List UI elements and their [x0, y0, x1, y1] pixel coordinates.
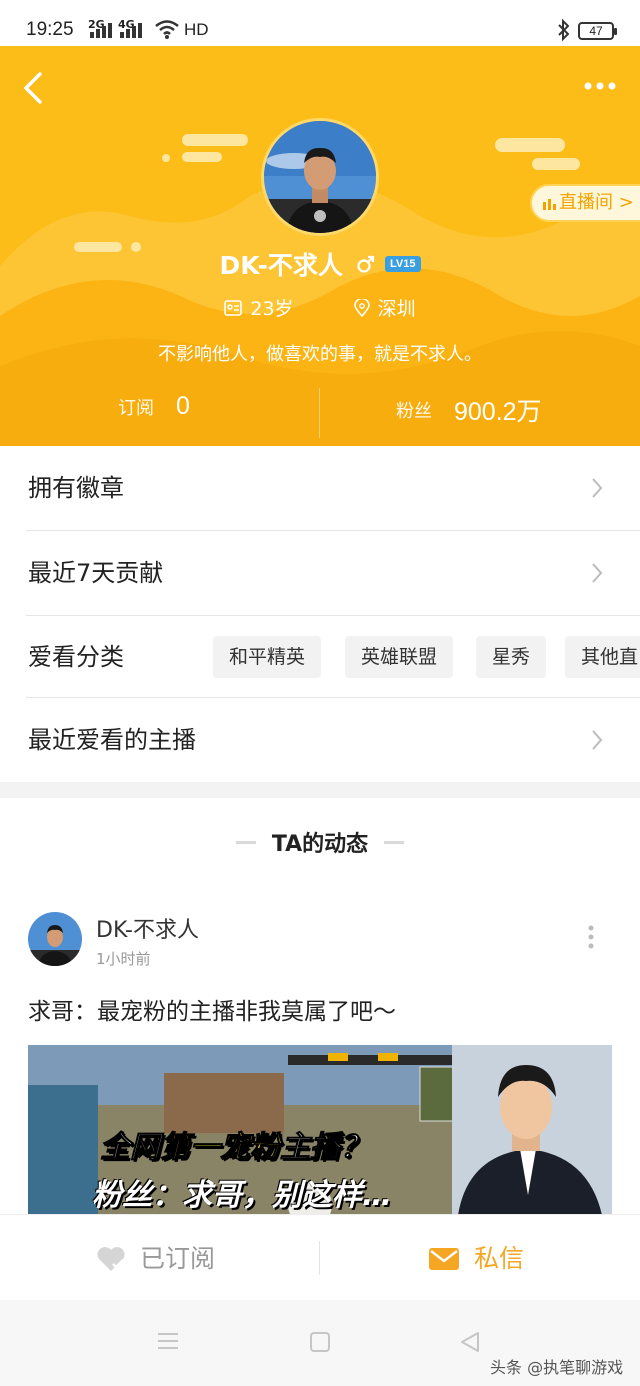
categories-label: 爱看分类: [28, 643, 124, 671]
wifi-icon: [155, 20, 179, 39]
level-badge: LV15: [385, 256, 421, 272]
stats-row: 订阅 0 粉丝 900.2万: [0, 380, 640, 440]
fans-label: 粉丝: [396, 401, 432, 422]
profile-name: DK-不求人: [219, 251, 343, 280]
categories-row: 爱看分类 和平精英 英雄联盟 星秀 其他直: [0, 616, 640, 698]
category-chip[interactable]: 其他直: [565, 636, 640, 678]
chevron-right-icon: [592, 730, 603, 750]
menu-icon[interactable]: [156, 1330, 180, 1352]
bluetooth-icon: [558, 18, 570, 42]
post-text: 求哥：最宠粉的主播非我莫属了吧～: [28, 999, 396, 1025]
category-chip[interactable]: 和平精英: [213, 636, 322, 678]
watermark: 头条 @执笔聊游戏: [490, 1358, 624, 1377]
subscribe-stat[interactable]: 订阅 0: [118, 392, 190, 421]
post-time: 1小时前: [96, 950, 151, 968]
badges-row[interactable]: 拥有徽章: [0, 446, 640, 531]
status-bar: 19:25 2G 4G HD 47: [0, 0, 640, 46]
badges-label: 拥有徽章: [28, 474, 124, 502]
category-chip[interactable]: 星秀: [476, 636, 547, 678]
status-time: 19:25: [26, 19, 74, 40]
feed-section-title: TA的动态: [0, 826, 640, 858]
avatar-image: [264, 121, 376, 233]
post-author-avatar[interactable]: [28, 912, 82, 966]
recent-anchors-row[interactable]: 最近爱看的主播: [0, 698, 640, 783]
recent-anchors-label: 最近爱看的主播: [28, 726, 196, 754]
name-row: DK-不求人 LV15: [0, 246, 640, 282]
bottom-action-bar: 已订阅 私信: [0, 1214, 640, 1300]
section-gap: [0, 782, 640, 798]
fans-stat[interactable]: 粉丝 900.2万: [396, 392, 542, 428]
thumbnail-headline-1: 全网第一宠粉主播？: [100, 1122, 371, 1166]
chevron-right-icon: [592, 563, 603, 583]
back-button[interactable]: [18, 68, 48, 108]
heart-check-icon: [97, 1247, 125, 1271]
post-author-name[interactable]: DK-不求人: [96, 912, 199, 944]
location-pin-icon: [353, 297, 370, 317]
contribution-label: 最近7天贡献: [28, 559, 164, 587]
subscribe-label: 订阅: [118, 397, 154, 419]
private-message-label: 私信: [474, 1244, 525, 1273]
live-room-label: 直播间 >: [559, 192, 634, 213]
signal-icon: [120, 22, 142, 38]
avatar-image: [28, 912, 82, 966]
action-divider: [319, 1241, 320, 1275]
profile-avatar[interactable]: [261, 118, 379, 236]
back-triangle-icon[interactable]: [458, 1330, 482, 1354]
info-row: 23岁 深圳: [0, 294, 640, 321]
home-icon[interactable]: [308, 1330, 332, 1354]
chevron-right-icon: [592, 478, 603, 498]
thumb-text-a: 全网: [100, 1130, 161, 1166]
subscribed-label: 已订阅: [140, 1244, 216, 1273]
thumb-text-c: 主播？: [280, 1130, 371, 1166]
battery-icon: 47: [578, 22, 617, 40]
profile-header: 直播间 > DK-不求人 LV15 23岁 深圳 不影响他人，做喜欢的事，就是不…: [0, 46, 640, 446]
thumb-text-b: 第一宠粉: [160, 1130, 281, 1166]
hd-label: HD: [184, 20, 209, 39]
contribution-row[interactable]: 最近7天贡献: [0, 531, 640, 616]
title-dash: [235, 840, 256, 844]
live-room-button[interactable]: 直播间 >: [530, 184, 640, 222]
male-icon: [357, 255, 375, 273]
category-chip[interactable]: 英雄联盟: [345, 636, 454, 678]
stats-divider: [319, 388, 320, 438]
subscribed-button[interactable]: 已订阅: [96, 1215, 215, 1301]
id-card-icon: [224, 299, 243, 316]
post-more-icon[interactable]: [584, 924, 598, 950]
profile-age: 23岁: [250, 298, 294, 320]
fans-count: 900.2万: [454, 398, 542, 426]
thumbnail-headline-2: 粉丝：求哥，别这样…: [92, 1178, 392, 1213]
profile-location: 深圳: [377, 298, 416, 320]
subscribe-count: 0: [176, 392, 190, 420]
private-message-button[interactable]: 私信: [428, 1215, 524, 1301]
feed-title-text: TA的动态: [271, 832, 369, 857]
signal-icon: [90, 22, 112, 38]
title-dash: [384, 840, 405, 844]
profile-bio: 不影响他人，做喜欢的事，就是不求人。: [158, 344, 482, 365]
envelope-icon: [429, 1248, 459, 1270]
more-options-button[interactable]: [580, 74, 620, 98]
live-bars-icon: [543, 199, 556, 210]
